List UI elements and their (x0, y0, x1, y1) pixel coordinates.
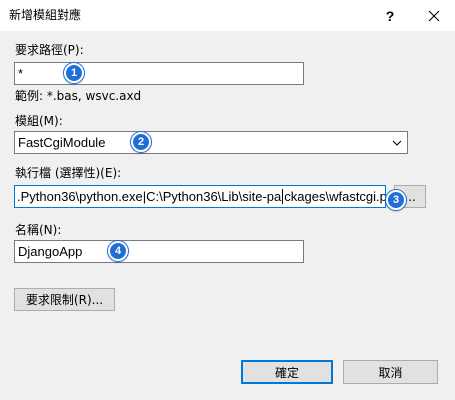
help-button[interactable]: ? (367, 0, 413, 31)
callout-badge-1: 1 (64, 63, 84, 83)
executable-label: 執行檔 (選擇性)(E): (15, 166, 122, 180)
callout-badge-4: 4 (108, 241, 128, 261)
ok-button[interactable]: 確定 (241, 360, 333, 384)
module-select[interactable]: FastCgiModule (14, 131, 408, 154)
executable-value-right: ckages\wfastcgi.py (284, 189, 386, 204)
request-path-example: 範例: *.bas, wsvc.axd (15, 89, 142, 103)
cancel-button[interactable]: 取消 (343, 360, 438, 384)
request-path-label: 要求路徑(P): (15, 43, 84, 57)
executable-value-left: .Python36\python.exe|C:\Python36\Lib\sit… (17, 189, 282, 204)
name-label: 名稱(N): (15, 223, 62, 237)
request-restrictions-button[interactable]: 要求限制(R)... (14, 288, 115, 311)
chevron-down-icon (392, 140, 402, 146)
dialog-title: 新增模組對應 (9, 8, 82, 22)
title-bar: 新增模組對應 ? (0, 0, 455, 31)
module-selected-value: FastCgiModule (18, 135, 106, 150)
callout-badge-3: 3 (386, 190, 406, 210)
add-module-mapping-dialog: 新增模組對應 ? 要求路徑(P): * 範例: *.bas, wsvc.axd … (0, 0, 455, 400)
executable-input[interactable]: .Python36\python.exe|C:\Python36\Lib\sit… (14, 185, 386, 208)
module-label: 模組(M): (15, 114, 63, 128)
request-path-input[interactable]: * (14, 62, 304, 85)
callout-badge-2: 2 (131, 132, 151, 152)
close-button[interactable] (413, 0, 455, 31)
name-input[interactable]: DjangoApp (14, 240, 304, 263)
close-icon (428, 10, 440, 21)
